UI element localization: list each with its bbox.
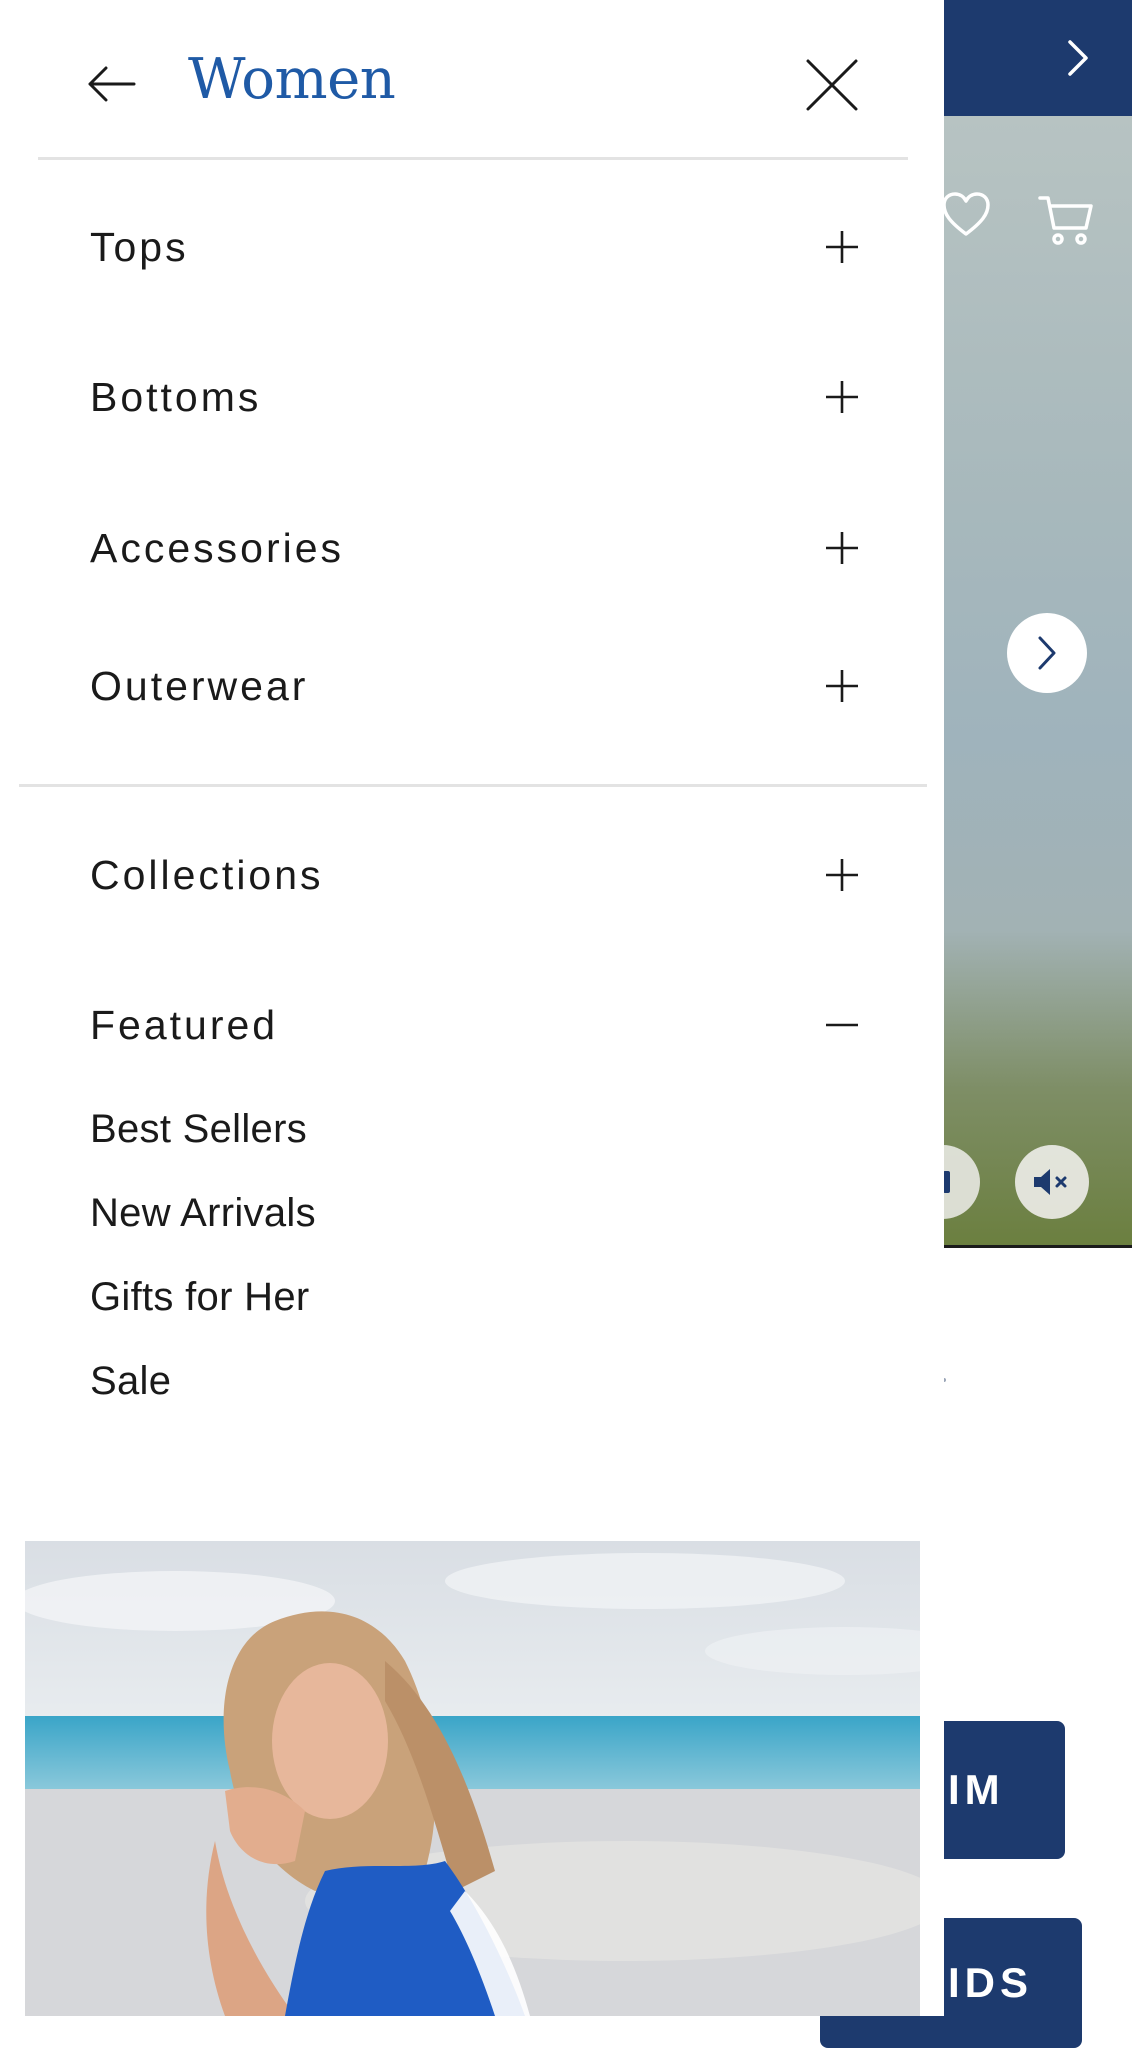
cart-icon[interactable] bbox=[1038, 192, 1094, 248]
plus-icon bbox=[826, 670, 858, 702]
menu-item-label: Accessories bbox=[90, 524, 345, 571]
featured-link-best-sellers[interactable]: Best Sellers bbox=[90, 1101, 307, 1157]
menu-item-label: Featured bbox=[90, 1001, 279, 1048]
heart-icon[interactable] bbox=[940, 190, 992, 238]
close-icon[interactable] bbox=[804, 57, 860, 113]
arrow-left-icon[interactable] bbox=[86, 62, 138, 106]
menu-item-label: Bottoms bbox=[90, 373, 262, 420]
carousel-next-button[interactable] bbox=[1007, 613, 1087, 693]
section-divider bbox=[19, 784, 927, 787]
menu-item-featured[interactable]: Featured bbox=[90, 990, 860, 1060]
drawer-header: Women bbox=[0, 0, 944, 160]
header-divider bbox=[38, 157, 908, 160]
plus-icon bbox=[826, 381, 858, 413]
button-label: IM bbox=[948, 1766, 1005, 1813]
minus-icon bbox=[826, 1023, 858, 1027]
menu-item-label: Collections bbox=[90, 851, 324, 898]
menu-item-tops[interactable]: Tops bbox=[90, 212, 860, 282]
button-label: IDS bbox=[948, 1959, 1034, 2006]
drawer-promo-image[interactable] bbox=[25, 1541, 920, 2016]
plus-icon bbox=[826, 231, 858, 263]
beach-photo bbox=[25, 1541, 920, 2016]
plus-icon bbox=[826, 532, 858, 564]
menu-item-label: Outerwear bbox=[90, 662, 309, 709]
chevron-right-icon[interactable] bbox=[1060, 36, 1096, 80]
speaker-muted-icon bbox=[1034, 1169, 1067, 1195]
featured-link-new-arrivals[interactable]: New Arrivals bbox=[90, 1185, 316, 1241]
menu-item-collections[interactable]: Collections bbox=[90, 840, 860, 910]
chevron-right-icon bbox=[1038, 636, 1056, 670]
navigation-drawer: Women Tops Bottoms Accessories Outerwear… bbox=[0, 0, 944, 2016]
drawer-title: Women bbox=[188, 47, 396, 112]
plus-icon bbox=[826, 859, 858, 891]
featured-link-gifts-for-her[interactable]: Gifts for Her bbox=[90, 1269, 310, 1325]
menu-item-accessories[interactable]: Accessories bbox=[90, 513, 860, 583]
menu-item-bottoms[interactable]: Bottoms bbox=[90, 362, 860, 432]
menu-item-outerwear[interactable]: Outerwear bbox=[90, 651, 860, 721]
mute-button[interactable] bbox=[1015, 1145, 1089, 1219]
menu-item-label: Tops bbox=[90, 223, 189, 270]
featured-link-sale[interactable]: Sale bbox=[90, 1353, 171, 1409]
